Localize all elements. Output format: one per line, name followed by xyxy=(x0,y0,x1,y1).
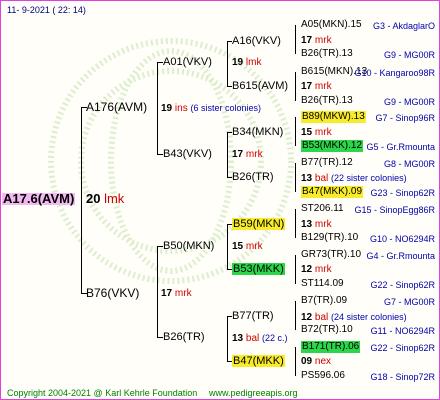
gen4-queen-name[interactable]: GR73(TR).10 xyxy=(301,249,361,261)
gen4-queen-name[interactable]: B72(TR).10 xyxy=(301,324,353,336)
gen4-queen-info: G11 - NO6294R xyxy=(370,326,435,336)
bracket-line xyxy=(157,62,158,155)
gen4-queen-name[interactable]: A05(MKN).15 xyxy=(301,19,362,31)
gen4-queen-info: G9 - MG00R xyxy=(383,97,435,107)
gen3-queen-gen: 12 bal (24 sister colonies) xyxy=(301,312,407,323)
root-queen-gen: 20 lmk xyxy=(86,191,125,206)
gen4-queen-info: G5 - Gr.Rmounta xyxy=(366,142,435,152)
bracket-line xyxy=(295,163,296,192)
gen1-queen-name[interactable]: B76(VKV) xyxy=(86,287,139,299)
root-queen-name[interactable]: A17.6(AVM) xyxy=(2,192,76,205)
gen2-queen-gen: 13 bal (22 c.) xyxy=(232,333,288,344)
gen2-queen-name[interactable]: B43(VKV) xyxy=(163,148,212,160)
gen4-queen-info: G3 - AkdaglarO xyxy=(372,21,435,31)
gen3-queen-gen: 17 mrk xyxy=(301,81,332,92)
gen4-queen-name[interactable]: B89(MKW).13 xyxy=(301,111,366,123)
gen3-queen-name[interactable]: B77(TR) xyxy=(232,310,274,322)
gen4-queen-info: G9 - MG00R xyxy=(383,50,435,60)
gen4-queen-name[interactable]: B26(TR).13 xyxy=(301,95,353,107)
bracket-line xyxy=(81,107,82,294)
gen4-queen-name[interactable]: ST114.09 xyxy=(301,278,344,290)
bracket-line xyxy=(227,41,228,87)
gen3-queen-name[interactable]: B34(MKN) xyxy=(232,126,283,138)
gen4-queen-name[interactable]: B53(MKK).12 xyxy=(301,140,364,152)
gen2-queen-name[interactable]: A01(VKV) xyxy=(163,56,212,68)
gen3-queen-gen: 15 mrk xyxy=(301,127,332,138)
gen3-queen-name[interactable]: B59(MKN) xyxy=(232,218,286,230)
gen3-queen-name[interactable]: B615(AVM) xyxy=(232,80,288,92)
gen2-queen-gen: 17 mrk xyxy=(232,149,263,160)
gen1-queen-name[interactable]: A176(AVM) xyxy=(86,101,147,113)
gen3-queen-name[interactable]: B47(MKK) xyxy=(232,355,285,367)
gen3-queen-name[interactable]: B53(MKK) xyxy=(232,263,285,275)
gen4-queen-info: G23 - Sinop62R xyxy=(370,188,435,198)
gen2-queen-name[interactable]: B26(TR) xyxy=(163,331,205,343)
footer-copyright: Copyright 2004-2021 @ Karl Kehrle Founda… xyxy=(7,388,198,398)
gen4-queen-info: G18 - Sinop72R xyxy=(370,372,435,382)
gen4-queen-info: G7 - MG00R xyxy=(383,297,435,307)
bracket-line xyxy=(295,117,296,146)
gen2-queen-gen: 15 mrk xyxy=(232,241,263,252)
gen4-queen-info: G7 - Sinop96R xyxy=(375,113,435,123)
bracket-line xyxy=(157,246,158,338)
gen1-queen-gen: 19 ins (6 sister colonies) xyxy=(161,103,262,114)
bracket-line xyxy=(295,347,296,376)
gen1-queen-gen: 17 mrk xyxy=(161,288,192,299)
gen4-queen-info: G22 - Sinop62R xyxy=(370,280,435,290)
gen3-queen-name[interactable]: A16(VKV) xyxy=(232,35,281,47)
gen4-queen-name[interactable]: B77(TR).12 xyxy=(301,157,353,169)
pedigree-frame: 11- 9-2021 ( 22: 14) A17.6(AVM) 20 lmk A… xyxy=(0,0,440,400)
gen4-queen-info: G22 - Sinop62R xyxy=(370,343,435,353)
gen4-queen-info: G10 - NO6294R xyxy=(369,234,435,244)
footer-url[interactable]: www.pedigreeapis.org xyxy=(209,387,298,399)
bracket-line xyxy=(227,316,228,362)
date-stamp: 11- 9-2021 ( 22: 14) xyxy=(7,5,86,15)
gen4-queen-name[interactable]: ST206.11 xyxy=(301,203,344,215)
bracket-line xyxy=(227,224,228,270)
gen3-queen-gen: 17 mrk xyxy=(301,35,332,46)
gen2-queen-name[interactable]: B50(MKN) xyxy=(163,240,214,252)
gen2-queen-gen: 19 lmk xyxy=(232,57,262,68)
gen3-queen-gen: 12 mrk xyxy=(301,264,332,275)
gen4-queen-name[interactable]: B7(TR).09 xyxy=(301,295,347,307)
gen4-queen-name[interactable]: B47(MKK).09 xyxy=(301,186,364,198)
gen4-queen-name[interactable]: B26(TR).13 xyxy=(301,48,353,60)
gen3-queen-name[interactable]: B26(TR) xyxy=(232,171,274,183)
gen3-queen-gen: 09 nex xyxy=(301,356,332,367)
bracket-line xyxy=(295,301,296,330)
bracket-line xyxy=(227,132,228,178)
gen3-queen-gen: 13 mrk xyxy=(301,219,332,230)
bracket-line xyxy=(295,72,296,101)
gen4-queen-name[interactable]: B171(TR).06 xyxy=(301,341,361,353)
bracket-line xyxy=(295,255,296,284)
gen4-queen-info: G8 - MG00R xyxy=(383,159,435,169)
gen4-queen-name[interactable]: B129(TR).10 xyxy=(301,232,358,244)
gen4-queen-name[interactable]: PS596.06 xyxy=(301,370,345,382)
bracket-line xyxy=(295,209,296,238)
gen3-queen-gen: 13 bal (22 sister colonies) xyxy=(301,173,407,184)
gen4-queen-info: G10 - Kangaroo98R xyxy=(354,68,435,78)
gen4-queen-info: G4 - Gr.Rmounta xyxy=(366,251,435,261)
gen4-queen-info: G15 - SinopEgg86R xyxy=(354,205,435,215)
bracket-line xyxy=(295,25,296,54)
